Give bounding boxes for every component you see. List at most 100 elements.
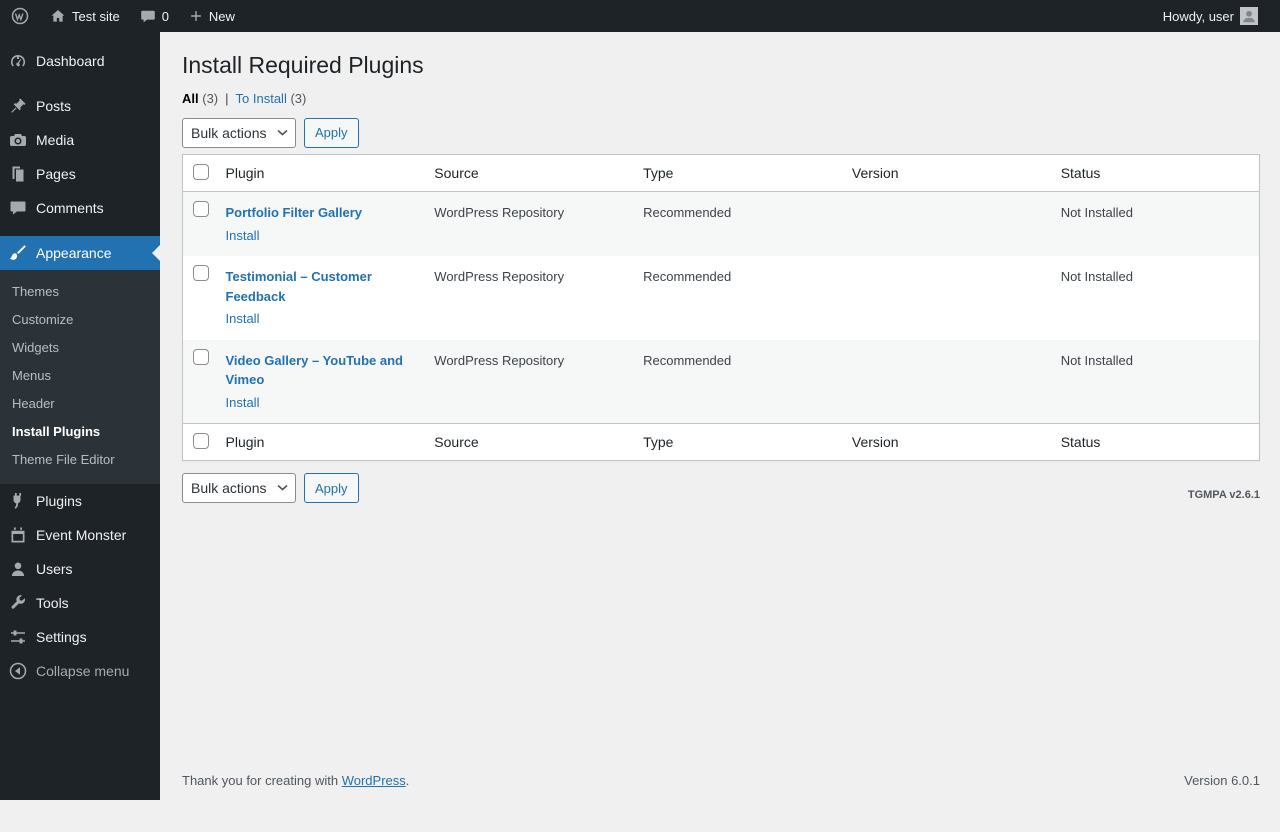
- row-checkbox[interactable]: [193, 348, 209, 365]
- source-cell: WordPress Repository: [434, 205, 565, 221]
- wordpress-logo-button[interactable]: [0, 0, 40, 32]
- howdy-label: Howdy, user: [1162, 8, 1234, 24]
- menu-separator: [0, 225, 160, 236]
- column-header-plugin: Plugin: [215, 154, 425, 193]
- type-cell: Recommended: [643, 352, 732, 368]
- sidebar-item-event-monster[interactable]: Event Monster: [0, 518, 160, 552]
- pages-icon: [0, 164, 36, 184]
- sidebar-item-media[interactable]: Media: [0, 123, 160, 157]
- sidebar-item-label: Dashboard: [36, 52, 105, 69]
- dashboard-icon: [0, 51, 36, 71]
- sidebar-item-label: Settings: [36, 628, 87, 645]
- column-header-version: Version: [841, 154, 1051, 193]
- sidebar-item-tools[interactable]: Tools: [0, 586, 160, 620]
- sidebar-item-appearance[interactable]: Appearance: [0, 236, 160, 270]
- filter-links: All (3) | To Install (3): [182, 91, 1260, 106]
- site-name-link[interactable]: Test site: [40, 0, 130, 32]
- column-footer-version: Version: [841, 423, 1051, 461]
- bulk-actions-select-bottom[interactable]: Bulk actions: [182, 473, 296, 504]
- appearance-submenu: Themes Customize Widgets Menus Header In…: [0, 270, 160, 484]
- sidebar-item-settings[interactable]: Settings: [0, 620, 160, 654]
- sidebar-subitem-themes[interactable]: Themes: [0, 278, 160, 306]
- avatar: [1240, 7, 1258, 25]
- column-header-source: Source: [424, 154, 634, 193]
- filter-to-install-label: To Install: [235, 90, 287, 106]
- comments-admin-bar-button[interactable]: 0: [130, 0, 179, 32]
- collapse-menu-button[interactable]: Collapse menu: [0, 654, 160, 688]
- plus-icon: [189, 9, 203, 23]
- sidebar-subitem-install-plugins[interactable]: Install Plugins: [0, 418, 160, 446]
- row-checkbox[interactable]: [193, 201, 209, 218]
- howdy-account-menu[interactable]: Howdy, user: [1153, 7, 1268, 25]
- main-content: Install Required Plugins All (3) | To Inst…: [160, 32, 1280, 800]
- status-cell: Not Installed: [1060, 352, 1133, 368]
- sidebar-item-users[interactable]: Users: [0, 552, 160, 586]
- sidebar-subitem-header[interactable]: Header: [0, 390, 160, 418]
- table-footer-row: Plugin Source Type Version Status: [182, 423, 1260, 461]
- install-link[interactable]: Install: [226, 395, 260, 410]
- select-all-checkbox[interactable]: [193, 163, 209, 180]
- tablenav-top: Bulk actions Apply: [182, 117, 1260, 148]
- sidebar-item-pages[interactable]: Pages: [0, 157, 160, 191]
- column-header-type: Type: [633, 154, 842, 193]
- version-cell: [842, 340, 1051, 424]
- source-cell: WordPress Repository: [434, 352, 565, 368]
- type-cell: Recommended: [643, 269, 732, 285]
- plug-icon: [0, 491, 36, 511]
- sidebar-item-dashboard[interactable]: Dashboard: [0, 44, 160, 78]
- filter-separator: |: [225, 90, 229, 106]
- version-cell: [842, 256, 1051, 340]
- status-cell: Not Installed: [1060, 205, 1133, 221]
- pushpin-icon: [0, 96, 36, 116]
- install-link[interactable]: Install: [226, 228, 260, 243]
- menu-separator: [0, 78, 160, 89]
- sidebar-subitem-theme-file-editor[interactable]: Theme File Editor: [0, 446, 160, 474]
- apply-button-bottom[interactable]: Apply: [304, 473, 359, 504]
- tablenav-bottom: Bulk actions Apply TGMPA v2.6.1: [182, 473, 1260, 504]
- sidebar-item-label: Event Monster: [36, 526, 127, 543]
- column-footer-source: Source: [424, 423, 634, 461]
- row-checkbox[interactable]: [193, 265, 209, 282]
- bulk-actions-select[interactable]: Bulk actions: [182, 117, 296, 148]
- wordpress-logo-icon: [10, 6, 30, 26]
- plugin-name-link[interactable]: Video Gallery – YouTube and Vimeo: [226, 353, 403, 388]
- sidebar-item-label: Users: [36, 560, 73, 577]
- sidebar-subitem-menus[interactable]: Menus: [0, 362, 160, 390]
- filter-to-install-count: (3): [290, 90, 307, 106]
- admin-bar: Test site 0 New Howdy, user: [0, 0, 1280, 32]
- calendar-icon: [0, 525, 36, 545]
- footer-thanks-suffix: .: [405, 773, 410, 788]
- sidebar-item-posts[interactable]: Posts: [0, 89, 160, 123]
- comments-bubble-icon: [140, 8, 156, 24]
- wrench-icon: [0, 593, 36, 613]
- footer-version-label: Version 6.0.1: [1184, 773, 1260, 788]
- wordpress-link[interactable]: WordPress: [342, 773, 406, 788]
- status-cell: Not Installed: [1060, 269, 1133, 285]
- new-content-button[interactable]: New: [179, 0, 245, 32]
- plugin-name-link[interactable]: Testimonial – Customer Feedback: [226, 269, 372, 304]
- user-icon: [0, 559, 36, 579]
- home-icon: [50, 8, 66, 24]
- sliders-icon: [0, 627, 36, 647]
- sidebar-item-comments[interactable]: Comments: [0, 191, 160, 225]
- sidebar-subitem-widgets[interactable]: Widgets: [0, 334, 160, 362]
- table-row: Video Gallery – YouTube and Vimeo Instal…: [182, 339, 1260, 424]
- filter-all-link[interactable]: All (3): [182, 91, 218, 106]
- plugin-name-link[interactable]: Portfolio Filter Gallery: [226, 205, 363, 220]
- type-cell: Recommended: [643, 205, 732, 221]
- apply-button-top[interactable]: Apply: [304, 117, 359, 148]
- filter-to-install-link[interactable]: To Install (3): [236, 91, 307, 106]
- column-footer-type: Type: [633, 423, 842, 461]
- source-cell: WordPress Repository: [434, 269, 565, 285]
- sidebar-item-plugins[interactable]: Plugins: [0, 484, 160, 518]
- comments-count-badge: 0: [161, 8, 169, 24]
- plugins-table: Plugin Source Type Version Status Portfo…: [182, 153, 1260, 462]
- select-all-checkbox[interactable]: [193, 433, 209, 450]
- footer-thanks: Thank you for creating with WordPress.: [182, 773, 409, 788]
- filter-all-label: All: [182, 90, 199, 106]
- admin-footer: Thank you for creating with WordPress. V…: [160, 773, 1280, 800]
- admin-sidebar: Dashboard Posts Media Pages Comments App…: [0, 32, 160, 800]
- install-link[interactable]: Install: [226, 311, 260, 326]
- sidebar-subitem-customize[interactable]: Customize: [0, 306, 160, 334]
- new-label: New: [208, 8, 235, 24]
